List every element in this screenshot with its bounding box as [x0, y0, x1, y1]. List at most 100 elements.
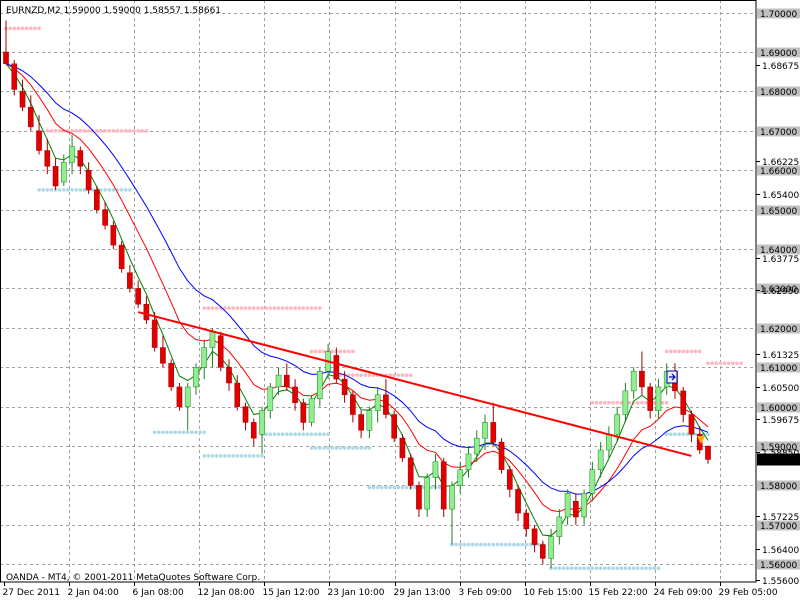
support-dot [165, 430, 169, 434]
trendline-layer[interactable] [138, 312, 691, 456]
resistance-dot [256, 306, 260, 310]
level-tag-label: 1.68000 [760, 88, 797, 98]
candle-body [259, 411, 264, 435]
support-dot [256, 454, 260, 458]
resistance-dot [83, 129, 87, 133]
candle-body [226, 367, 231, 383]
support-dot [624, 566, 628, 570]
candle-body [70, 147, 75, 163]
level-tag-label: 1.69000 [760, 49, 797, 59]
resistance-dot [145, 129, 149, 133]
candle-body [202, 348, 207, 368]
support-dot [384, 486, 388, 490]
resistance-dot [277, 306, 281, 310]
support-dot [314, 432, 318, 436]
support-dot [202, 454, 206, 458]
level-tag-label: 1.60000 [760, 404, 797, 414]
support-dot [219, 454, 223, 458]
candle-body [441, 462, 446, 509]
support-dot [66, 188, 70, 192]
candle-body [103, 210, 108, 226]
candle-body [466, 454, 471, 470]
support-dot [310, 432, 314, 436]
resistance-dot [33, 27, 37, 31]
resistance-dot [673, 350, 677, 354]
candle-body [507, 470, 512, 490]
candle-body [449, 485, 454, 509]
support-dot [161, 430, 165, 434]
candle-body [482, 422, 487, 438]
support-dot [293, 432, 297, 436]
y-tick-label: 1.55600 [762, 577, 799, 587]
support-dot [421, 486, 425, 490]
support-dot [157, 430, 161, 434]
support-dot [458, 543, 462, 547]
support-dot [347, 446, 351, 450]
resistance-dot [339, 350, 343, 354]
level-tag-label: 1.57000 [760, 522, 797, 532]
support-dot [454, 543, 458, 547]
candle-body [590, 470, 595, 494]
support-dot [611, 566, 615, 570]
candle-body [86, 170, 91, 190]
chart-canvas[interactable]: 1.700001.690001.680001.670001.660001.650… [0, 0, 800, 600]
candle-body [557, 517, 562, 537]
support-dot [343, 446, 347, 450]
support-dot [591, 566, 595, 570]
y-tick-label: 1.65400 [762, 191, 799, 201]
resistance-dot [694, 350, 698, 354]
support-dot [240, 454, 244, 458]
trendline[interactable] [138, 312, 691, 456]
support-dot [124, 188, 128, 192]
resistance-dot [698, 350, 702, 354]
support-dot [318, 446, 322, 450]
resistance-dot [409, 373, 413, 377]
candle-body [136, 288, 141, 304]
support-dot [368, 446, 372, 450]
support-dot [607, 566, 611, 570]
resistance-dot [50, 129, 54, 133]
support-dot [235, 454, 239, 458]
resistance-dot [690, 350, 694, 354]
support-dot [537, 543, 541, 547]
x-tick-label: 2 Jan 04:00 [68, 588, 120, 598]
resistance-dot [591, 401, 595, 405]
level-tag-label: 1.67000 [760, 128, 797, 138]
resistance-dot [343, 350, 347, 354]
support-dot [41, 188, 45, 192]
support-dot [677, 432, 681, 436]
resistance-dot [351, 350, 355, 354]
support-dot [339, 446, 343, 450]
resistance-dot [347, 350, 351, 354]
candle-body [705, 446, 710, 459]
resistance-dot [735, 362, 739, 366]
support-dot [91, 188, 95, 192]
support-dot [182, 430, 186, 434]
support-dot [553, 566, 557, 570]
support-dot [310, 446, 314, 450]
candle-body [317, 371, 322, 399]
support-dot [669, 432, 673, 436]
level-tag-label: 1.61000 [760, 364, 797, 374]
resistance-dot [112, 129, 116, 133]
level-tag-label: 1.65000 [760, 207, 797, 217]
support-dot [74, 188, 78, 192]
resistance-dot [29, 27, 33, 31]
resistance-dot [260, 306, 264, 310]
resistance-dot [12, 27, 16, 31]
candle-body [408, 458, 413, 486]
grid [70, 0, 721, 582]
support-dot [359, 446, 363, 450]
slow-ma-line [6, 64, 708, 494]
resistance-dot [285, 306, 289, 310]
y-tick-label: 1.56400 [762, 546, 799, 556]
candle-body [458, 470, 463, 486]
resistance-dot [368, 373, 372, 377]
support-dot [529, 543, 533, 547]
support-dot [603, 566, 607, 570]
support-dot [430, 486, 434, 490]
price-chart[interactable]: 1.700001.690001.680001.670001.660001.650… [0, 0, 800, 600]
candle-body [334, 355, 339, 379]
candle-body [309, 399, 314, 423]
candle-body [61, 162, 66, 182]
